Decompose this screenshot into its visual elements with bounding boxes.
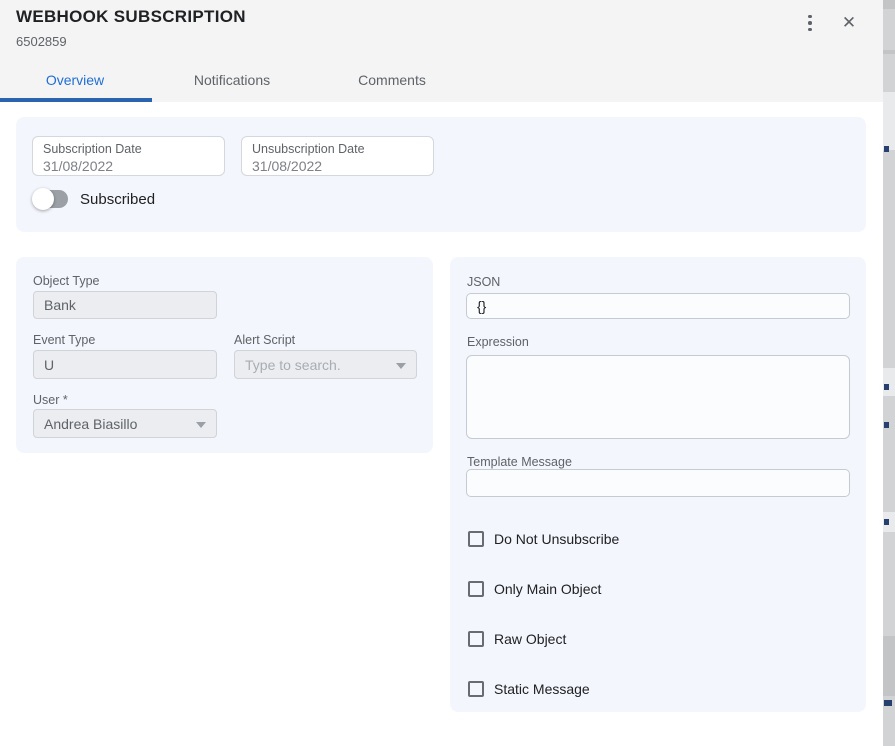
subscription-date-label: Subscription Date [43,142,214,157]
template-message-input[interactable] [466,469,850,497]
message-panel: JSON Expression Template Message Do Not … [450,257,866,712]
chevron-down-icon [396,363,406,369]
object-type-input: Bank [33,291,217,319]
alert-script-placeholder: Type to search. [245,357,341,373]
subscription-id: 6502859 [16,34,67,49]
do-not-unsubscribe-checkbox[interactable] [468,531,484,547]
user-label: User * [33,393,68,407]
checkbox-row: Only Main Object [468,580,601,598]
event-type-label: Event Type [33,333,95,347]
object-type-label: Object Type [33,274,99,288]
user-value: Andrea Biasillo [44,416,137,432]
expression-textarea[interactable] [466,355,850,439]
toggle-knob [32,188,54,210]
expression-label: Expression [467,335,529,349]
unsubscription-date-value: 31/08/2022 [252,158,423,174]
subscription-panel: Subscription Date 31/08/2022 Unsubscript… [16,117,866,232]
template-message-label: Template Message [467,455,572,469]
subscription-date-field[interactable]: Subscription Date 31/08/2022 [32,136,225,176]
tab-notifications[interactable]: Notifications [150,58,314,102]
tab-bar: Overview Notifications Comments [0,58,470,102]
user-select: Andrea Biasillo [33,409,217,438]
only-main-object-checkbox[interactable] [468,581,484,597]
json-input[interactable] [466,293,850,319]
event-type-input: U [33,350,217,379]
chevron-down-icon [196,422,206,428]
do-not-unsubscribe-label: Do Not Unsubscribe [494,531,619,547]
alert-script-select: Type to search. [234,350,417,379]
unsubscription-date-field[interactable]: Unsubscription Date 31/08/2022 [241,136,434,176]
checkbox-row: Static Message [468,680,590,698]
unsubscription-date-label: Unsubscription Date [252,142,423,157]
page-title: WEBHOOK SUBSCRIPTION [16,7,246,27]
subscribed-toggle-label: Subscribed [80,191,155,208]
static-message-checkbox[interactable] [468,681,484,697]
json-label: JSON [467,275,500,289]
checkbox-row: Do Not Unsubscribe [468,530,619,548]
only-main-object-label: Only Main Object [494,581,601,597]
raw-object-checkbox[interactable] [468,631,484,647]
dialog-header: WEBHOOK SUBSCRIPTION 6502859 ✕ Overview … [0,0,883,102]
details-panel: Object Type Bank Event Type U Alert Scri… [16,257,433,453]
tab-comments[interactable]: Comments [314,58,470,102]
tab-overview[interactable]: Overview [0,58,150,102]
checkbox-row: Raw Object [468,630,566,648]
active-tab-indicator [0,98,152,102]
kebab-menu-icon[interactable] [797,8,823,38]
alert-script-label: Alert Script [234,333,295,347]
subscribed-toggle[interactable] [34,190,68,208]
raw-object-label: Raw Object [494,631,566,647]
close-icon[interactable]: ✕ [836,8,862,38]
static-message-label: Static Message [494,681,590,697]
webhook-subscription-dialog: WEBHOOK SUBSCRIPTION 6502859 ✕ Overview … [0,0,883,746]
background-page-strip [883,0,895,746]
subscription-date-value: 31/08/2022 [43,158,214,174]
